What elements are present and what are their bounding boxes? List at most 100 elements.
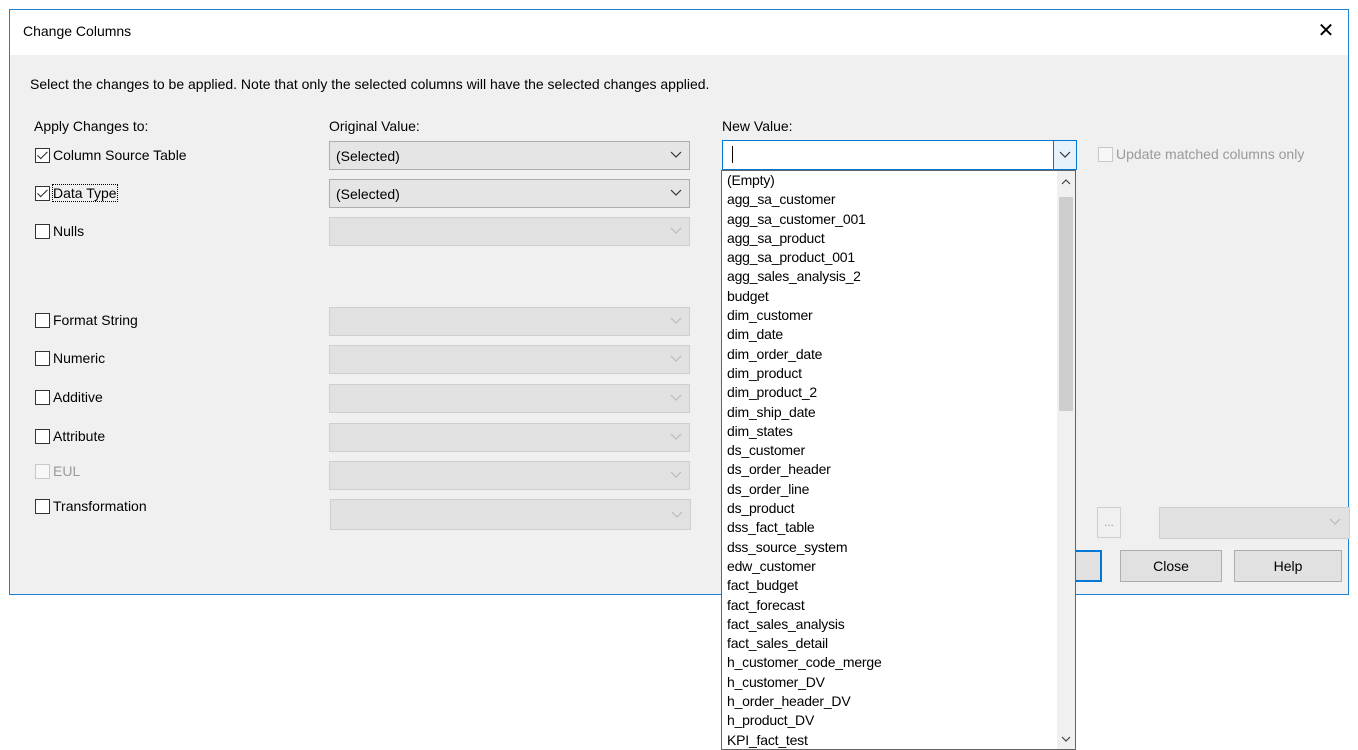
numeric-checkbox[interactable]: Numeric (35, 348, 105, 368)
dropdown-option[interactable]: dim_date (722, 325, 1057, 344)
dropdown-option[interactable]: dim_product (722, 364, 1057, 383)
chevron-down-icon (670, 227, 682, 234)
dropdown-option[interactable]: agg_sa_customer (722, 190, 1057, 209)
dropdown-option[interactable]: dim_product_2 (722, 383, 1057, 402)
dropdown-option[interactable]: fact_budget (722, 576, 1057, 595)
dropdown-option[interactable]: dss_fact_table (722, 518, 1057, 537)
checkbox-box[interactable] (35, 498, 50, 514)
checkbox-box (35, 463, 50, 479)
dropdown-option[interactable]: h_order_header_DV (722, 692, 1057, 711)
checkbox-label: Transformation (53, 498, 147, 514)
checkbox-label: Format String (53, 312, 138, 328)
change-columns-dialog: Change Columns ✕ Select the changes to b… (9, 9, 1350, 595)
close-label: Close (1153, 558, 1189, 574)
dropdown-option[interactable]: ds_order_line (722, 480, 1057, 499)
dropdown-option[interactable]: dim_customer (722, 306, 1057, 325)
checkbox-label: Attribute (53, 428, 106, 444)
new-value-dropdown-list[interactable]: (Empty) agg_sa_customer agg_sa_customer_00… (721, 170, 1076, 750)
checkbox-box[interactable] (35, 185, 50, 201)
checkbox-box[interactable] (35, 389, 50, 405)
numeric-original-combo (329, 345, 690, 374)
data-type-original-combo[interactable]: (Selected) (329, 179, 690, 208)
dropdown-option[interactable]: fact_sales_detail (722, 634, 1057, 653)
dropdown-scrollbar[interactable] (1057, 171, 1075, 749)
checkbox-box (1098, 146, 1113, 162)
format-string-checkbox[interactable]: Format String (35, 310, 138, 330)
update-matched-only-checkbox: Update matched columns only (1098, 146, 1304, 162)
nulls-original-combo (329, 217, 690, 246)
additive-checkbox[interactable]: Additive (35, 387, 103, 407)
scroll-down-icon[interactable] (1061, 734, 1071, 744)
dropdown-option[interactable]: ds_product (722, 499, 1057, 518)
chevron-down-icon (670, 394, 682, 401)
chevron-down-icon (1059, 151, 1071, 158)
dropdown-option[interactable]: fact_sales_analysis (722, 615, 1057, 634)
eul-original-combo (329, 461, 690, 490)
dropdown-options: (Empty) agg_sa_customer agg_sa_customer_00… (722, 171, 1057, 749)
dropdown-option[interactable]: dss_source_system (722, 538, 1057, 557)
additive-original-combo (329, 384, 690, 413)
column-source-table-original-combo[interactable]: (Selected) (329, 141, 690, 170)
dropdown-option[interactable]: budget (722, 287, 1057, 306)
help-label: Help (1273, 558, 1303, 574)
checkbox-label: Column Source Table (53, 147, 187, 163)
checkbox-box[interactable] (35, 428, 50, 444)
dropdown-option[interactable]: dim_ship_date (722, 403, 1057, 422)
chevron-down-icon (670, 433, 682, 440)
dropdown-option[interactable]: agg_sa_product (722, 229, 1057, 248)
combo-value: (Selected) (336, 148, 400, 164)
data-type-checkbox[interactable]: Data Type (35, 183, 118, 203)
close-icon[interactable]: ✕ (1314, 18, 1338, 44)
dropdown-option[interactable]: agg_sa_customer_001 (722, 210, 1057, 229)
dropdown-option[interactable]: ds_order_header (722, 460, 1057, 479)
chevron-down-icon (670, 471, 682, 478)
dropdown-option[interactable]: fact_forecast (722, 596, 1057, 615)
checkbox-box[interactable] (35, 350, 50, 366)
dialog-title: Change Columns (23, 23, 132, 39)
checkbox-box[interactable] (35, 223, 50, 239)
chevron-down-icon (671, 511, 683, 518)
chevron-down-icon (1329, 518, 1341, 525)
scroll-up-icon[interactable] (1061, 177, 1071, 187)
instruction-text: Select the changes to be applied. Note t… (30, 76, 710, 92)
help-button[interactable]: Help (1234, 550, 1342, 582)
attribute-original-combo (329, 423, 690, 452)
dropdown-option[interactable]: KPI_fact_test (722, 731, 1057, 749)
ellipsis-button: ... (1097, 507, 1121, 538)
eul-checkbox: EUL (35, 461, 80, 481)
original-value-header: Original Value: (329, 118, 420, 134)
dropdown-option[interactable]: h_customer_code_merge (722, 653, 1057, 672)
new-value-dropdown-button[interactable] (1053, 141, 1076, 169)
close-button[interactable]: Close (1120, 550, 1222, 582)
dropdown-option[interactable]: edw_customer (722, 557, 1057, 576)
format-string-original-combo (329, 307, 690, 336)
scrollbar-thumb[interactable] (1059, 197, 1073, 411)
chevron-down-icon (670, 189, 682, 196)
combo-value: (Selected) (336, 186, 400, 202)
dropdown-option[interactable]: dim_states (722, 422, 1057, 441)
transformation-checkbox[interactable]: Transformation (35, 496, 147, 516)
chevron-down-icon (670, 317, 682, 324)
transformation-original-combo (330, 499, 691, 530)
chevron-down-icon (670, 151, 682, 158)
chevron-down-icon (670, 355, 682, 362)
apply-changes-header: Apply Changes to: (34, 118, 149, 134)
dropdown-option[interactable]: agg_sales_analysis_2 (722, 267, 1057, 286)
attribute-checkbox[interactable]: Attribute (35, 426, 105, 446)
dropdown-option[interactable]: dim_order_date (722, 345, 1057, 364)
checkbox-label: Additive (53, 389, 103, 405)
dropdown-option[interactable]: (Empty) (722, 171, 1057, 190)
ellipsis-label: ... (1103, 515, 1114, 529)
dropdown-option[interactable]: h_product_DV (722, 711, 1057, 730)
new-value-header: New Value: (722, 118, 793, 134)
title-bar: Change Columns ✕ (10, 10, 1348, 55)
dropdown-option[interactable]: agg_sa_product_001 (722, 248, 1057, 267)
checkbox-box[interactable] (35, 312, 50, 328)
checkbox-label: EUL (53, 463, 81, 479)
nulls-checkbox[interactable]: Nulls (35, 221, 84, 241)
column-source-table-checkbox[interactable]: Column Source Table (35, 145, 187, 165)
dropdown-option[interactable]: ds_customer (722, 441, 1057, 460)
checkbox-box[interactable] (35, 147, 50, 163)
new-value-combo[interactable] (722, 140, 1077, 170)
dropdown-option[interactable]: h_customer_DV (722, 673, 1057, 692)
